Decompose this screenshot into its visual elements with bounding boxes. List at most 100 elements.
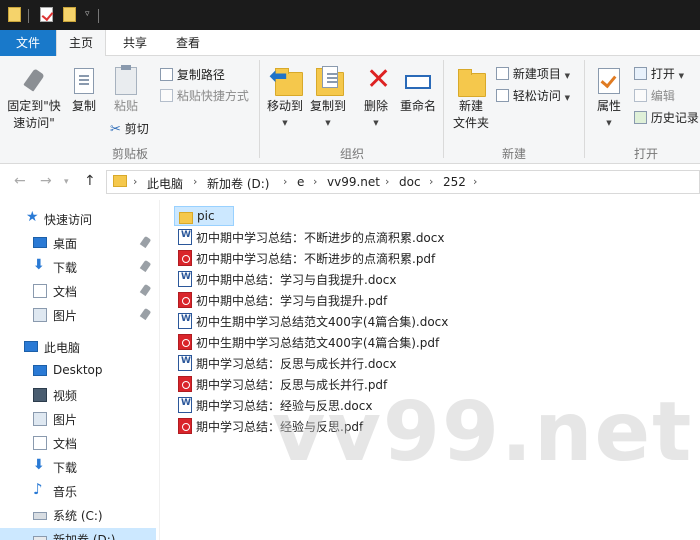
download-icon: ⬇: [33, 257, 45, 273]
file-name: 初中期中学习总结：不断进步的点滴积累.docx: [196, 231, 445, 245]
docx-icon: [178, 229, 192, 245]
pin-icon: [23, 68, 45, 92]
paste-button[interactable]: 粘贴: [108, 64, 144, 115]
chevron-right-icon[interactable]: ›: [473, 175, 477, 188]
sidebar-item-label: Desktop: [53, 363, 103, 377]
chevron-right-icon[interactable]: ›: [429, 175, 433, 188]
edit-icon: [634, 89, 647, 102]
address-bar[interactable]: › 此电脑 › 新加卷 (D:) › e › vv99.net › doc › …: [106, 170, 700, 194]
pin-icon[interactable]: [139, 283, 152, 297]
copy-to-button[interactable]: 复制到 ▼: [306, 64, 350, 132]
easy-access-button[interactable]: 轻松访问 ▼: [496, 87, 570, 104]
docx-icon: [178, 313, 192, 329]
tab-file[interactable]: 文件: [0, 30, 56, 56]
new-folder-button[interactable]: 新建 文件夹: [448, 64, 494, 132]
drive-icon: [33, 536, 47, 540]
edit-button[interactable]: 编辑: [634, 87, 675, 104]
sidebar-item-pictures-pc[interactable]: 图片: [0, 408, 160, 430]
breadcrumb-drive-d[interactable]: 新加卷 (D:): [207, 175, 269, 192]
paste-shortcut-icon: [160, 89, 173, 102]
sidebar-item-drive-c[interactable]: 系统 (C:): [0, 504, 160, 526]
chevron-right-icon[interactable]: ›: [133, 175, 137, 188]
customize-caret-icon[interactable]: ▿: [85, 9, 90, 19]
breadcrumb-doc[interactable]: doc: [399, 175, 421, 189]
sidebar-item-pictures[interactable]: 图片: [0, 304, 160, 326]
list-item[interactable]: 期中学习总结：反思与成长并行.docx: [174, 353, 474, 373]
copy-button[interactable]: 复制: [66, 64, 102, 115]
sidebar-item-videos[interactable]: 视频: [0, 384, 160, 406]
move-to-button[interactable]: ⬅ 移动到 ▼: [263, 64, 307, 132]
caret-icon: ▼: [678, 72, 685, 80]
delete-label: 删除: [363, 99, 388, 113]
sidebar-item-label: 下载: [53, 261, 78, 275]
copy-path-icon: [160, 68, 173, 81]
new-item-icon: [496, 67, 509, 80]
open-button[interactable]: 打开 ▼: [634, 65, 684, 82]
tab-home[interactable]: 主页: [56, 30, 106, 57]
pin-icon[interactable]: [139, 235, 152, 249]
sidebar-item-music[interactable]: ♪ 音乐: [0, 480, 160, 502]
pdf-icon: [178, 334, 192, 350]
new-folder-icon[interactable]: [63, 7, 76, 22]
pin-icon[interactable]: [139, 259, 152, 273]
star-icon: ★: [26, 209, 39, 225]
sidebar-item-quick-access[interactable]: ★ 快速访问: [0, 208, 160, 230]
tab-view[interactable]: 查看: [163, 30, 213, 56]
list-item[interactable]: 初中期中总结：学习与自我提升.pdf: [174, 290, 474, 310]
pdf-icon: [178, 418, 192, 434]
chevron-right-icon[interactable]: ›: [193, 175, 197, 188]
list-item[interactable]: 初中期中总结：学习与自我提升.docx: [174, 269, 474, 289]
properties-icon: [598, 68, 620, 94]
sidebar-item-drive-d[interactable]: 新加卷 (D:): [0, 528, 156, 540]
delete-button[interactable]: ✕ 删除 ▼: [358, 64, 394, 132]
sidebar-item-this-pc[interactable]: 此电脑: [0, 336, 160, 358]
paste-shortcut-button[interactable]: 粘贴快捷方式: [160, 87, 249, 104]
forward-arrow-icon[interactable]: →: [40, 173, 52, 189]
pin-icon[interactable]: [139, 307, 152, 321]
sidebar-item-label: 此电脑: [44, 341, 81, 355]
up-arrow-icon[interactable]: ↑: [84, 173, 96, 189]
copy-path-button[interactable]: 复制路径: [160, 66, 225, 83]
list-item[interactable]: 初中生期中学习总结范文400字(4篇合集).pdf: [174, 332, 474, 352]
music-icon: ♪: [33, 480, 43, 498]
breadcrumb-this-pc[interactable]: 此电脑: [147, 175, 183, 192]
chevron-right-icon[interactable]: ›: [385, 175, 389, 188]
chevron-right-icon[interactable]: ›: [283, 175, 287, 188]
paste-shortcut-label: 粘贴快捷方式: [176, 89, 249, 103]
back-arrow-icon[interactable]: ←: [14, 173, 26, 189]
list-item[interactable]: 初中期中学习总结：不断进步的点滴积累.docx: [174, 227, 474, 247]
pictures-icon: [33, 308, 47, 322]
list-item[interactable]: pic: [174, 206, 234, 226]
properties-check-icon[interactable]: [40, 7, 53, 22]
breadcrumb-e[interactable]: e: [297, 175, 304, 189]
sidebar-item-documents[interactable]: 文档: [0, 280, 160, 302]
recent-locations-caret-icon[interactable]: ▾: [64, 177, 69, 187]
sidebar-item-downloads-pc[interactable]: ⬇ 下载: [0, 456, 160, 478]
chevron-right-icon[interactable]: ›: [313, 175, 317, 188]
sidebar-item-documents-pc[interactable]: 文档: [0, 432, 160, 454]
move-to-label: 移动到: [266, 99, 303, 113]
rename-button[interactable]: 重命名: [398, 64, 438, 115]
title-bar: ▿: [0, 0, 700, 30]
list-item[interactable]: 初中期中学习总结：不断进步的点滴积累.pdf: [174, 248, 474, 268]
new-item-button[interactable]: 新建项目 ▼: [496, 65, 570, 82]
desktop-icon: [33, 237, 47, 248]
sidebar-item-desktop-pc[interactable]: Desktop: [0, 360, 160, 382]
file-name: 初中期中总结：学习与自我提升.pdf: [196, 294, 388, 308]
properties-button[interactable]: 属性 ▼: [590, 64, 628, 132]
sidebar-item-downloads[interactable]: ⬇ 下载: [0, 256, 160, 278]
cut-button[interactable]: ✂ 剪切: [110, 120, 149, 137]
documents-icon: [33, 284, 47, 298]
list-item[interactable]: 初中生期中学习总结范文400字(4篇合集).docx: [174, 311, 474, 331]
tab-share[interactable]: 共享: [110, 30, 160, 56]
sidebar-item-desktop[interactable]: 桌面: [0, 232, 160, 254]
pin-to-quick-access-button[interactable]: 固定到"快 速访问": [4, 64, 64, 132]
breadcrumb-vv99[interactable]: vv99.net: [327, 175, 380, 189]
breadcrumb-252[interactable]: 252: [443, 175, 466, 189]
history-button[interactable]: 历史记录: [634, 109, 699, 126]
caret-icon: ▼: [325, 119, 331, 127]
file-name: pic: [197, 209, 215, 223]
toolbar-separator: [28, 9, 29, 23]
file-name: 初中期中总结：学习与自我提升.docx: [196, 273, 397, 287]
new-group-label: 新建: [501, 147, 526, 161]
